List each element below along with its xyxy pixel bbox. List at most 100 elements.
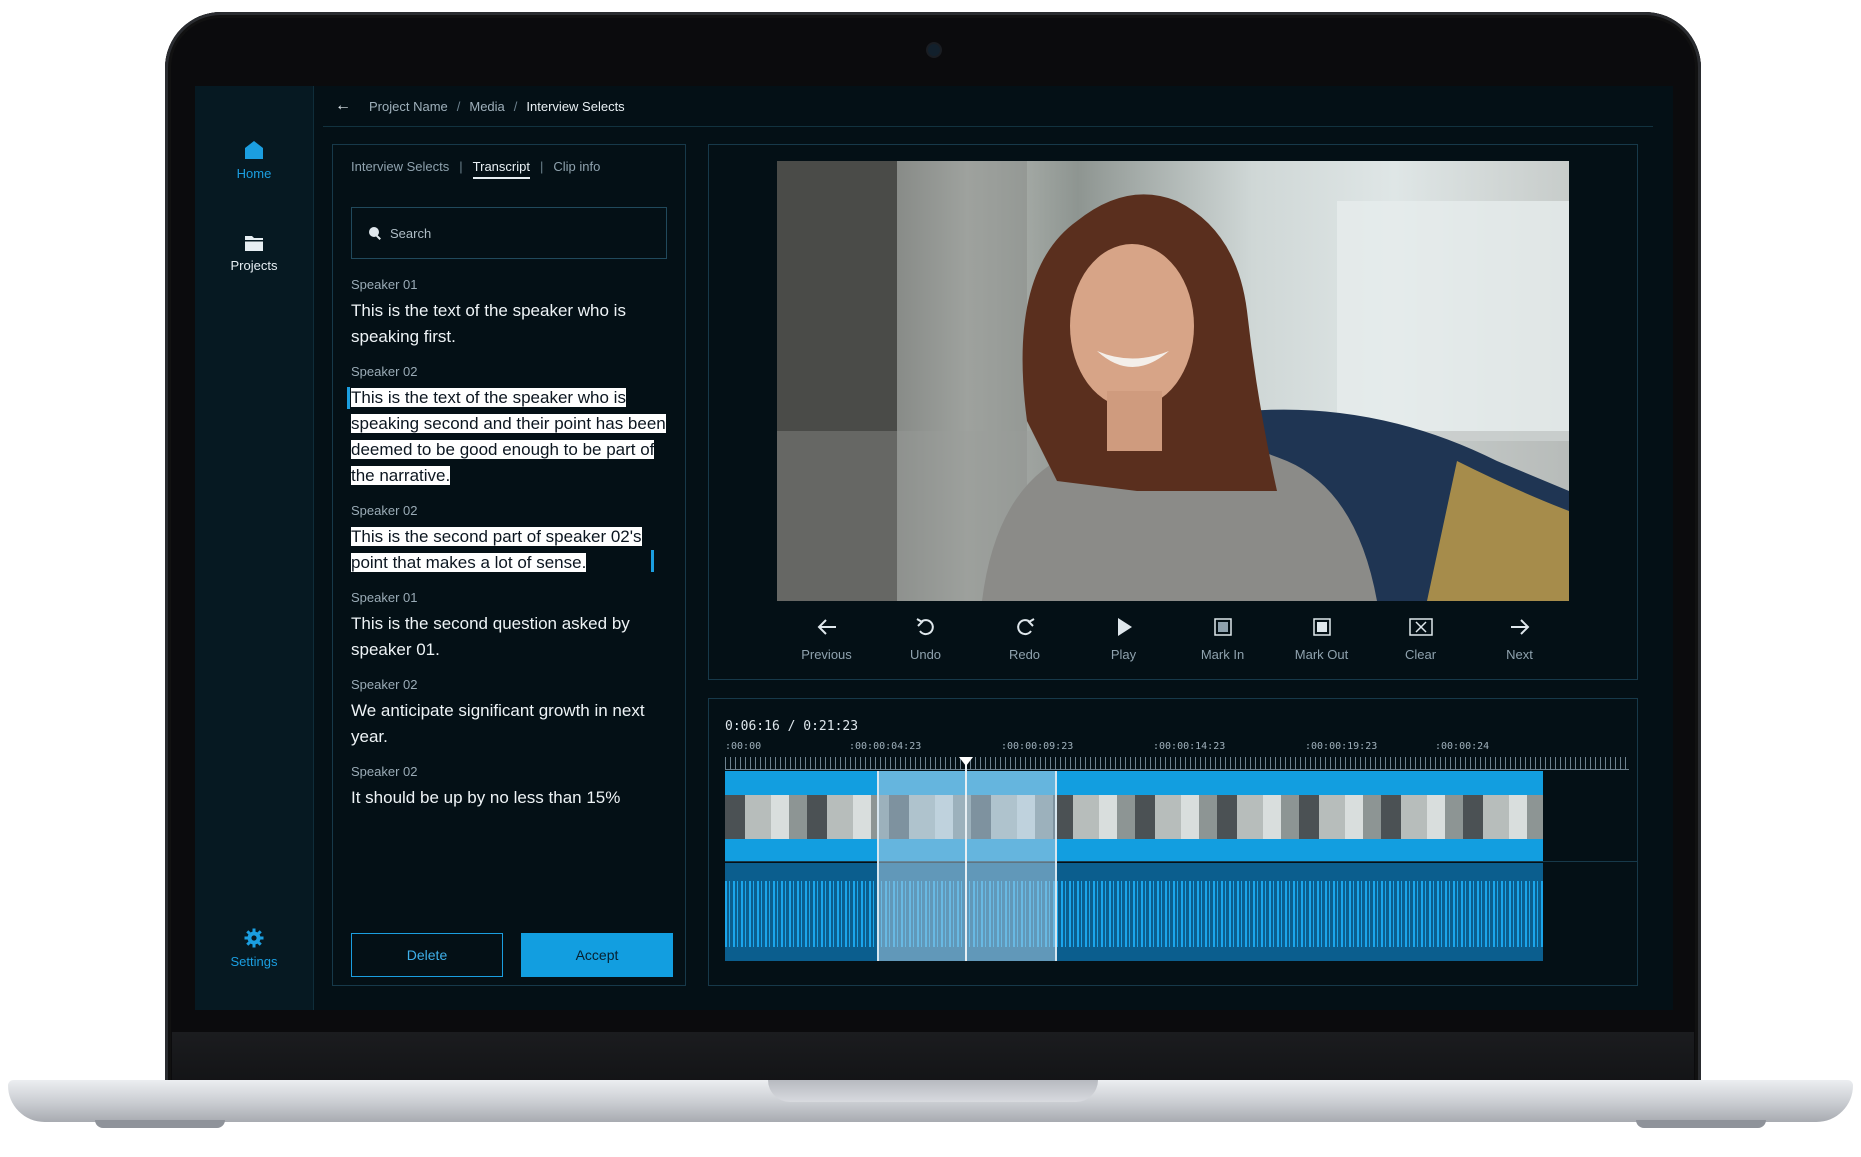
app-screen: Home Projects Settings ← Project Name / … <box>195 86 1673 1010</box>
ruler-label: :00:00:14:23 <box>1153 741 1226 752</box>
control-label: Undo <box>909 647 942 662</box>
delete-button[interactable]: Delete <box>351 933 503 977</box>
gear-icon <box>244 928 264 948</box>
selected-range[interactable] <box>877 771 1057 961</box>
video-thumbnails <box>725 795 1543 839</box>
video-panel: Previous Undo Redo Play Mark In Mark Out <box>708 144 1638 680</box>
transcript-text: We anticipate significant growth in next… <box>351 701 645 746</box>
ruler-label: :00:00:19:23 <box>1305 741 1378 752</box>
breadcrumb-item[interactable]: Project Name <box>369 99 448 114</box>
redo-icon <box>1016 618 1035 636</box>
playhead-handle[interactable] <box>959 757 973 766</box>
next-button[interactable]: Next <box>1470 611 1569 671</box>
transcript-entry[interactable]: Speaker 02 We anticipate significant gro… <box>351 677 675 750</box>
accept-button[interactable]: Accept <box>521 933 673 977</box>
back-arrow-icon[interactable]: ← <box>335 97 351 115</box>
sidebar-item-projects[interactable]: Projects <box>195 234 313 273</box>
mark-out-icon <box>1312 618 1331 636</box>
arrow-left-icon <box>817 619 836 635</box>
video-track[interactable] <box>725 771 1543 861</box>
play-icon <box>1117 618 1132 636</box>
audio-waveform <box>725 881 1543 947</box>
tab-transcript[interactable]: Transcript <box>472 159 530 179</box>
speaker-label: Speaker 01 <box>351 277 418 292</box>
control-label: Mark In <box>1200 647 1245 662</box>
transcript-text: It should be up by no less than 15% <box>351 788 621 807</box>
control-label: Previous <box>801 647 852 662</box>
laptop-foot-left <box>95 1120 225 1128</box>
undo-button[interactable]: Undo <box>876 611 975 671</box>
laptop-notch <box>768 1080 1098 1102</box>
speaker-label: Speaker 02 <box>351 503 418 518</box>
speaker-label: Speaker 01 <box>351 590 418 605</box>
playback-controls: Previous Undo Redo Play Mark In Mark Out <box>777 611 1569 671</box>
transcript-list: Speaker 01 This is the text of the speak… <box>347 277 675 825</box>
transcript-entry[interactable]: Speaker 02 This is the text of the speak… <box>347 364 675 489</box>
transcript-entry[interactable]: Speaker 01 This is the second question a… <box>351 590 675 663</box>
tab-clip-info[interactable]: Clip info <box>553 159 600 179</box>
sidebar-item-home[interactable]: Home <box>195 140 313 181</box>
mark-in-button[interactable]: Mark In <box>1173 611 1272 671</box>
speaker-label: Speaker 02 <box>351 364 418 379</box>
speaker-label: Speaker 02 <box>351 677 418 692</box>
search-input[interactable]: Search <box>351 207 667 259</box>
transcript-text: This is the second question asked by spe… <box>351 614 630 659</box>
play-button[interactable]: Play <box>1074 611 1173 671</box>
sidebar-item-label: Home <box>236 166 272 181</box>
ruler-ticks <box>725 757 1629 770</box>
clear-button[interactable]: Clear <box>1371 611 1470 671</box>
playhead[interactable] <box>965 763 967 961</box>
timecode-readout: 0:06:16 / 0:21:23 <box>725 719 859 734</box>
ruler-label: :00:00:04:23 <box>849 741 922 752</box>
webcam <box>928 44 940 56</box>
breadcrumb-item[interactable]: Media <box>469 99 504 114</box>
tab-separator: | <box>459 159 463 174</box>
control-label: Play <box>1110 647 1137 662</box>
mark-out-button[interactable]: Mark Out <box>1272 611 1371 671</box>
video-preview[interactable] <box>777 161 1569 601</box>
sidebar-item-label: Settings <box>230 954 278 969</box>
transcript-entry[interactable]: Speaker 02 This is the second part of sp… <box>351 503 675 576</box>
speaker-label: Speaker 02 <box>351 764 418 779</box>
mark-in-icon <box>1213 618 1232 636</box>
transcript-entry[interactable]: Speaker 02 It should be up by no less th… <box>351 764 675 811</box>
video-frame-illustration <box>777 161 1569 601</box>
breadcrumb-separator: / <box>456 98 461 114</box>
selection-end-marker[interactable] <box>651 550 654 572</box>
sidebar-item-settings[interactable]: Settings <box>195 928 313 969</box>
search-icon <box>369 227 381 240</box>
audio-track[interactable] <box>725 863 1543 961</box>
highlighted-text: This is the text of the speaker who is s… <box>351 388 666 485</box>
clear-icon <box>1408 618 1433 636</box>
control-label: Mark Out <box>1294 647 1349 662</box>
control-label: Clear <box>1404 647 1437 662</box>
undo-icon <box>915 618 934 636</box>
folder-icon <box>245 236 263 251</box>
previous-button[interactable]: Previous <box>777 611 876 671</box>
search-placeholder: Search <box>390 225 432 241</box>
transcript-text: This is the text of the speaker who is s… <box>351 301 626 346</box>
sidebar-item-label: Projects <box>230 258 278 273</box>
ruler-label: :00:00:24 <box>1435 741 1490 752</box>
selection-start-marker[interactable] <box>347 387 350 409</box>
ruler-label: :00:00:09:23 <box>1001 741 1074 752</box>
tab-separator: | <box>539 159 544 174</box>
laptop-foot-right <box>1636 1120 1766 1128</box>
control-label: Redo <box>1008 647 1041 662</box>
breadcrumb: ← Project Name / Media / Interview Selec… <box>323 86 1653 127</box>
transcript-text-selected: This is the text of the speaker who is s… <box>347 385 675 489</box>
track-divider <box>725 861 1637 862</box>
transcript-panel: Interview Selects | Transcript | Clip in… <box>332 144 686 986</box>
transcript-entry[interactable]: Speaker 01 This is the text of the speak… <box>351 277 675 350</box>
arrow-right-icon <box>1510 619 1529 635</box>
highlighted-text: This is the second part of speaker 02's … <box>351 527 642 572</box>
breadcrumb-current: Interview Selects <box>526 98 625 114</box>
ruler-label: :00:00 <box>725 741 762 752</box>
transcript-text-selected: This is the second part of speaker 02's … <box>351 524 675 576</box>
panel-tabs: Interview Selects | Transcript | Clip in… <box>351 159 600 179</box>
breadcrumb-separator: / <box>513 98 518 114</box>
home-icon <box>245 141 263 159</box>
redo-button[interactable]: Redo <box>975 611 1074 671</box>
sidebar: Home Projects Settings <box>195 86 314 1010</box>
tab-interview-selects[interactable]: Interview Selects <box>351 159 449 179</box>
